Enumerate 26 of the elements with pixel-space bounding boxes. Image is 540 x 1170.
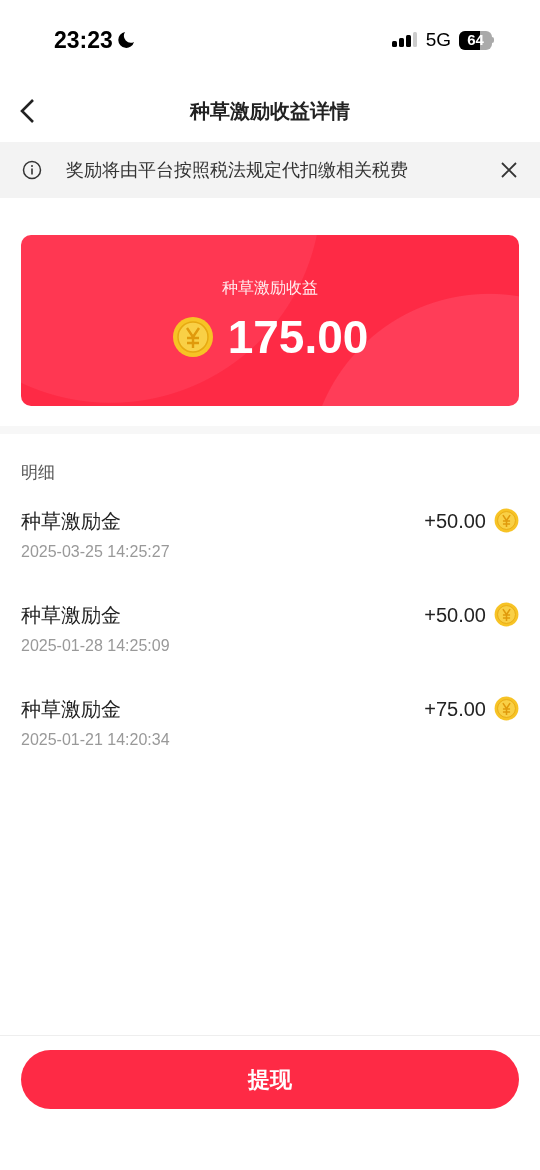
moon-icon bbox=[116, 31, 135, 49]
signal-icon bbox=[391, 31, 418, 49]
record-amount: +50.00 bbox=[424, 508, 486, 534]
record-title: 种草激励金 bbox=[21, 602, 122, 628]
record-time: 2025-01-21 14:20:34 bbox=[21, 729, 170, 750]
close-icon[interactable] bbox=[500, 161, 518, 179]
record-title: 种草激励金 bbox=[21, 508, 122, 534]
coin-icon bbox=[494, 508, 519, 533]
record-time: 2025-01-28 14:25:09 bbox=[21, 635, 170, 656]
record-amount: +75.00 bbox=[424, 696, 486, 722]
coin-icon bbox=[494, 696, 519, 721]
coin-icon bbox=[171, 316, 214, 358]
earnings-amount: 175.00 bbox=[227, 314, 369, 360]
network-label: 5G bbox=[425, 27, 451, 52]
info-icon bbox=[22, 160, 42, 180]
coin-icon bbox=[494, 602, 519, 627]
withdraw-button[interactable]: 提现 bbox=[21, 1050, 519, 1109]
record-amount: +50.00 bbox=[424, 602, 486, 628]
earnings-label: 种草激励收益 bbox=[222, 278, 318, 298]
page-title: 种草激励收益详情 bbox=[190, 99, 350, 124]
record-time: 2025-03-25 14:25:27 bbox=[21, 541, 170, 562]
back-icon[interactable] bbox=[18, 98, 36, 124]
details-heading: 明细 bbox=[21, 462, 56, 484]
status-time: 23:23 bbox=[54, 25, 113, 55]
record-title: 种草激励金 bbox=[21, 696, 122, 722]
notice-text: 奖励将由平台按照税法规定代扣缴相关税费 bbox=[66, 158, 409, 182]
